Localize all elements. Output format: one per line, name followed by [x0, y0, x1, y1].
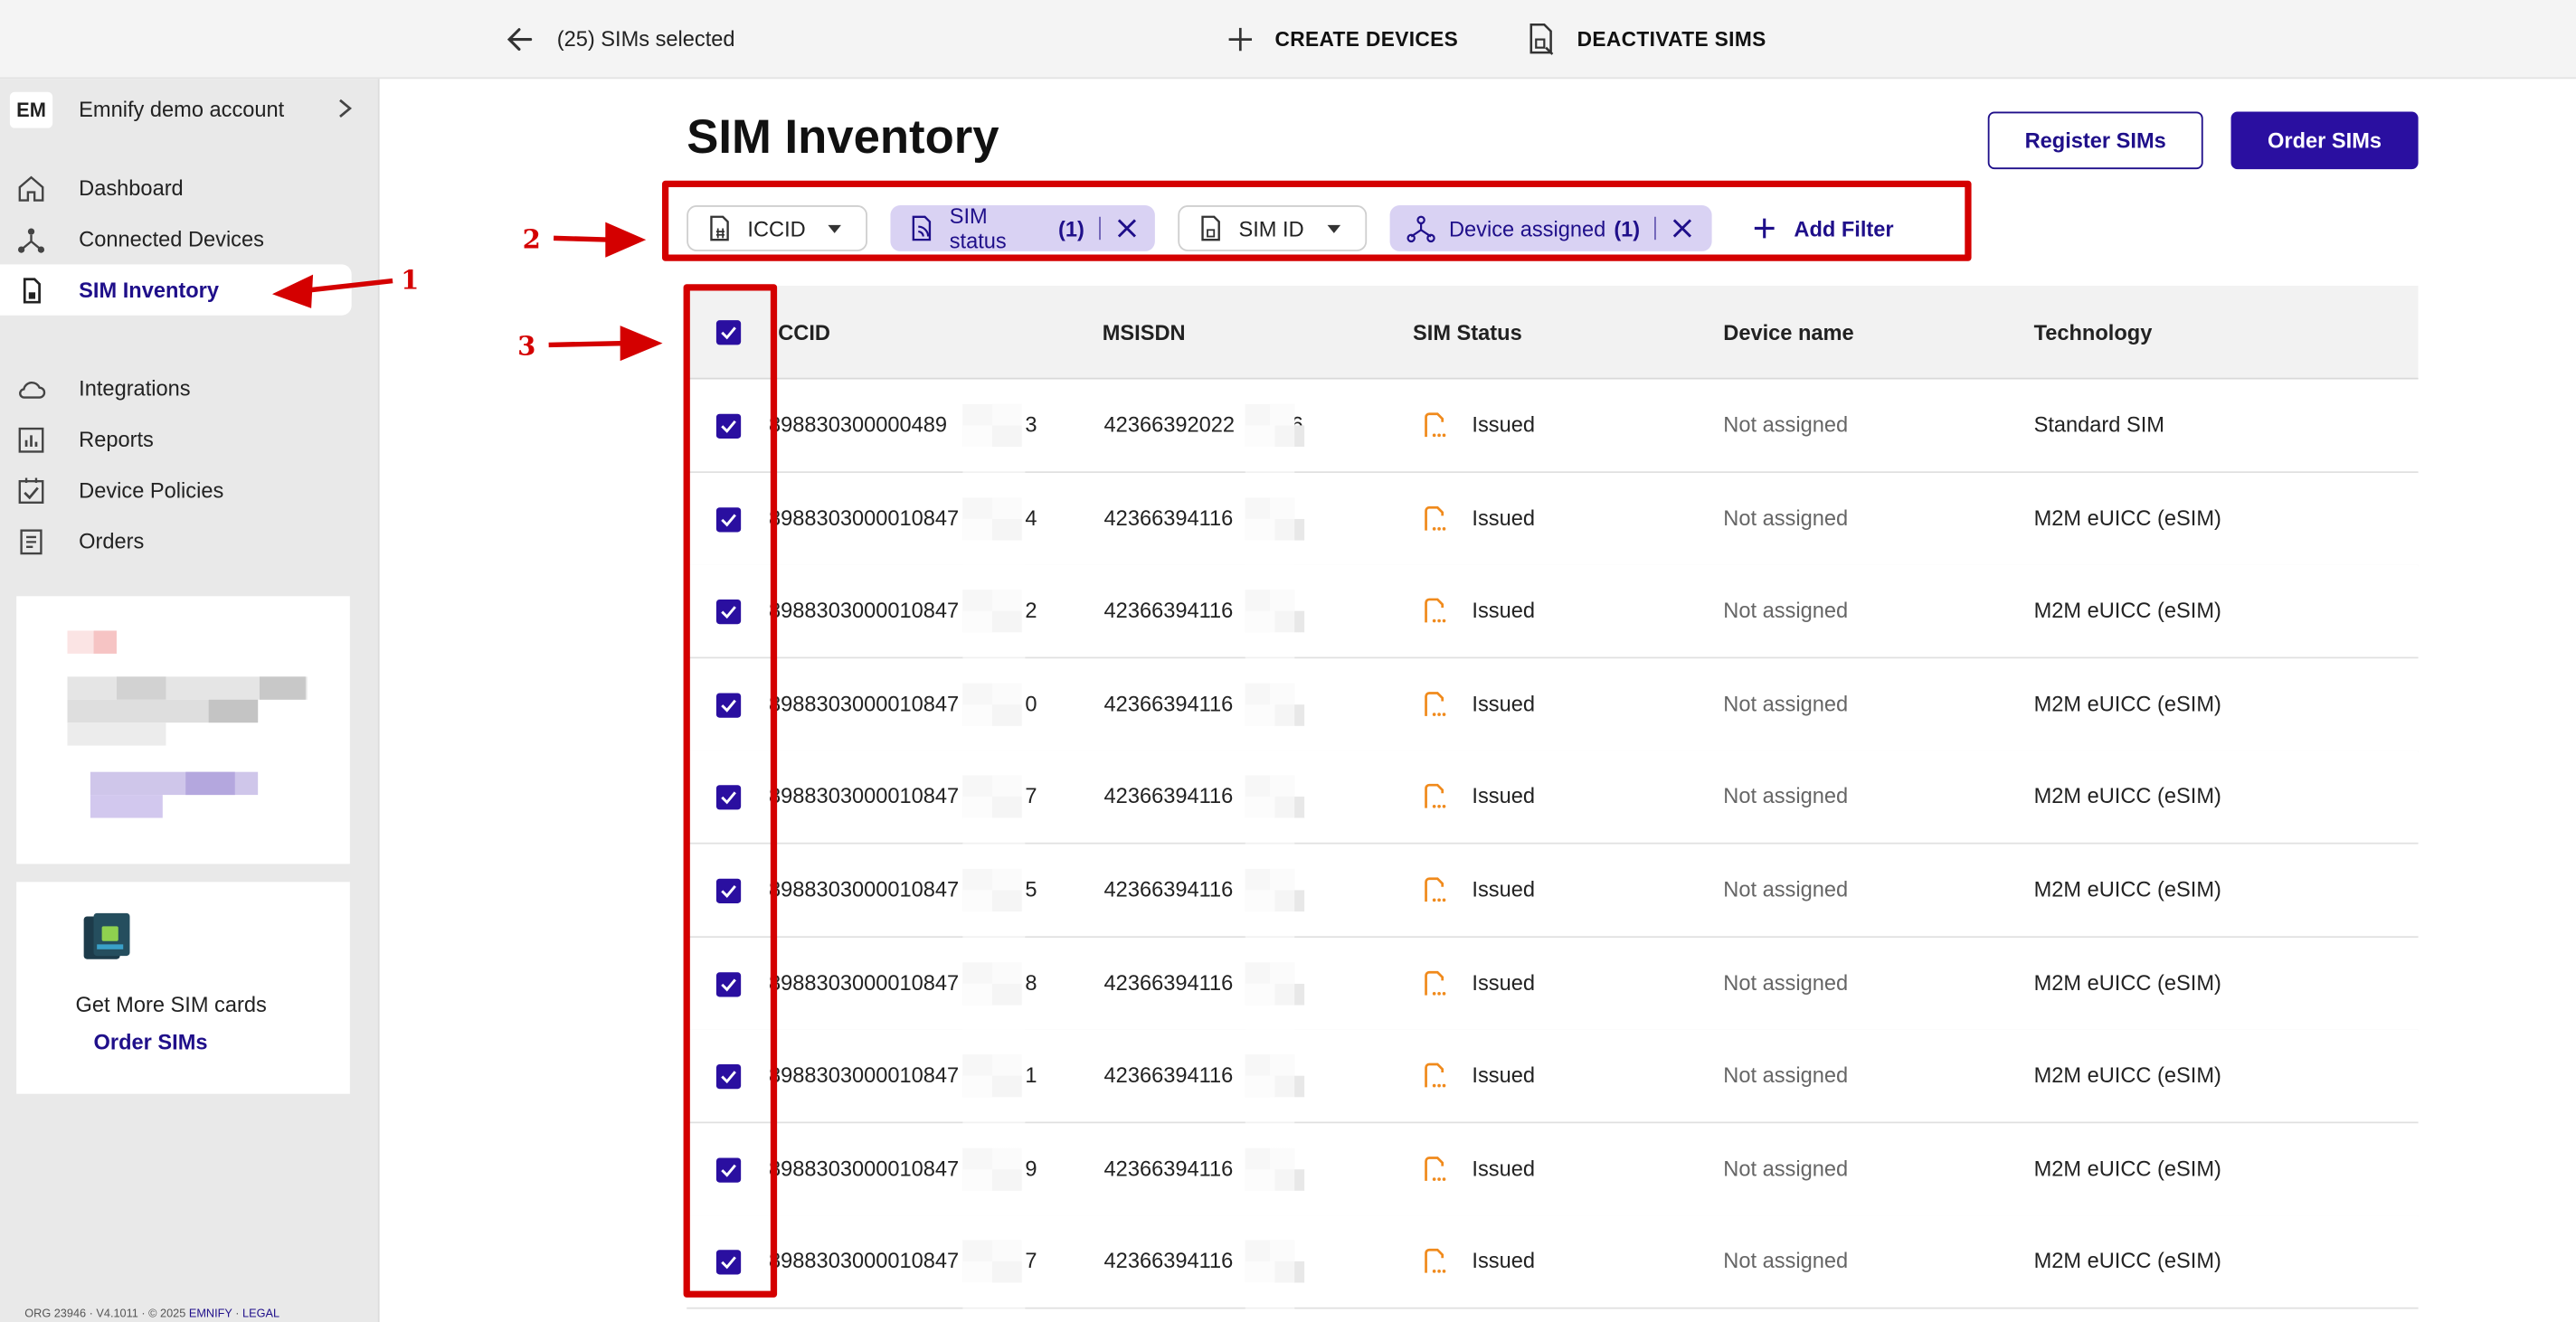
sim-deactivate-icon — [1530, 23, 1554, 55]
annotation-arrows — [271, 23, 1215, 362]
deactivate-sims-label: DEACTIVATE SIMS — [1577, 27, 1766, 52]
deactivate-sims-button[interactable]: DEACTIVATE SIMS — [1525, 16, 1766, 62]
create-devices-button[interactable]: CREATE DEVICES — [1226, 16, 1458, 62]
create-devices-label: CREATE DEVICES — [1274, 27, 1459, 52]
selected-count: (25) SIMs selected — [556, 26, 735, 52]
plus-icon — [1228, 27, 1253, 52]
back-arrow-icon[interactable] — [503, 22, 539, 58]
app-root: (25) SIMs selected CREATE DEVICES DEACTI… — [0, 0, 2576, 1322]
selection-toolbar: (25) SIMs selected CREATE DEVICES DEACTI… — [0, 0, 2576, 80]
